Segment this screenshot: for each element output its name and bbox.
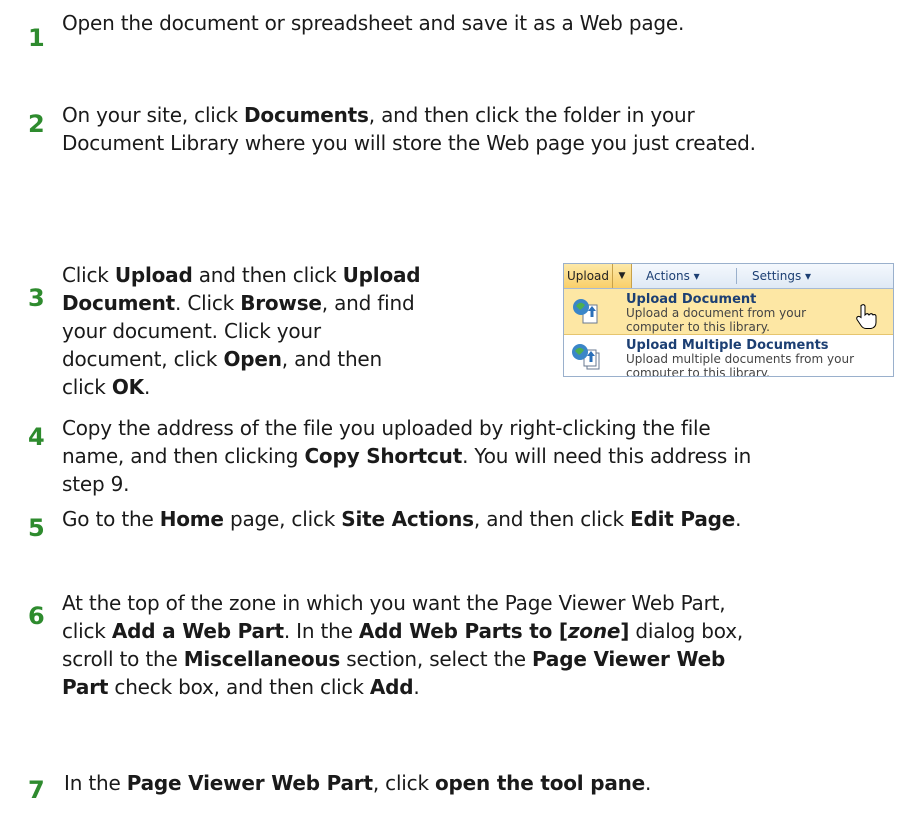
step-number: 4 — [28, 423, 45, 451]
step-text: Click Upload and then click Upload Docum… — [62, 261, 421, 401]
step-line: your document. Click your — [62, 319, 321, 343]
step-number: 3 — [28, 284, 45, 312]
step-text: Go to the Home page, click Site Actions,… — [62, 505, 742, 533]
upload-menu-screenshot: Upload ▼ Actions ▾ Settings ▾ Upload Doc… — [563, 263, 894, 377]
step-line: name, and then clicking Copy Shortcut. Y… — [62, 444, 752, 468]
upload-button[interactable]: Upload — [564, 264, 613, 288]
step-text: In the Page Viewer Web Part, click open … — [64, 769, 651, 797]
upload-multiple-documents-icon — [572, 344, 600, 370]
step-number: 6 — [28, 602, 45, 630]
menu-item-title: Upload Document — [626, 292, 757, 307]
step-line: click Add a Web Part. In the Add Web Par… — [62, 619, 744, 643]
step-number: 7 — [28, 776, 45, 804]
menu-item-upload-multiple-documents[interactable]: Upload Multiple Documents Upload multipl… — [564, 335, 893, 377]
step-line: Go to the Home page, click Site Actions,… — [62, 507, 742, 531]
step-number: 5 — [28, 514, 45, 542]
description-line: Upload a document from your — [626, 306, 807, 320]
step-text: Copy the address of the file you uploade… — [62, 414, 751, 498]
step-line: step 9. — [62, 472, 130, 496]
dropdown-arrow-icon[interactable]: ▼ — [613, 264, 632, 288]
step-line: Document Library where you will store th… — [62, 131, 756, 155]
step-line: click OK. — [62, 375, 151, 399]
description-line: computer to this library. — [626, 366, 770, 377]
step-text: On your site, click Documents, and then … — [62, 101, 756, 157]
menu-item-upload-document[interactable]: Upload Document Upload a document from y… — [564, 289, 893, 335]
step-line: Part check box, and then click Add. — [62, 675, 420, 699]
step-line: In the Page Viewer Web Part, click open … — [64, 771, 652, 795]
settings-menu[interactable]: Settings ▾ — [752, 264, 852, 288]
step-number: 2 — [28, 110, 45, 138]
menu-item-description: Upload a document from your computer to … — [626, 306, 826, 334]
hand-cursor-icon — [856, 304, 877, 329]
menu-toolbar: Upload ▼ Actions ▾ Settings ▾ — [564, 264, 893, 289]
step-number: 1 — [28, 24, 45, 52]
upload-document-icon — [573, 299, 598, 324]
description-line: computer to this library. — [626, 320, 770, 334]
description-line: Upload multiple documents from your — [626, 352, 855, 366]
step-line: Document. Click Browse, and find — [62, 291, 415, 315]
actions-menu[interactable]: Actions ▾ — [646, 264, 726, 288]
step-line: Open the document or spreadsheet and sav… — [62, 11, 685, 35]
step-line: Copy the address of the file you uploade… — [62, 416, 711, 440]
step-line: At the top of the zone in which you want… — [62, 591, 726, 615]
menu-item-title: Upload Multiple Documents — [626, 338, 829, 353]
step-text: Open the document or spreadsheet and sav… — [62, 9, 684, 37]
step-line: Click Upload and then click Upload — [62, 263, 421, 287]
step-line: On your site, click Documents, and then … — [62, 103, 695, 127]
step-line: document, click Open, and then — [62, 347, 382, 371]
toolbar-divider — [736, 268, 737, 284]
step-text: At the top of the zone in which you want… — [62, 589, 743, 701]
menu-item-description: Upload multiple documents from your comp… — [626, 352, 886, 377]
step-line: scroll to the Miscellaneous section, sel… — [62, 647, 726, 671]
